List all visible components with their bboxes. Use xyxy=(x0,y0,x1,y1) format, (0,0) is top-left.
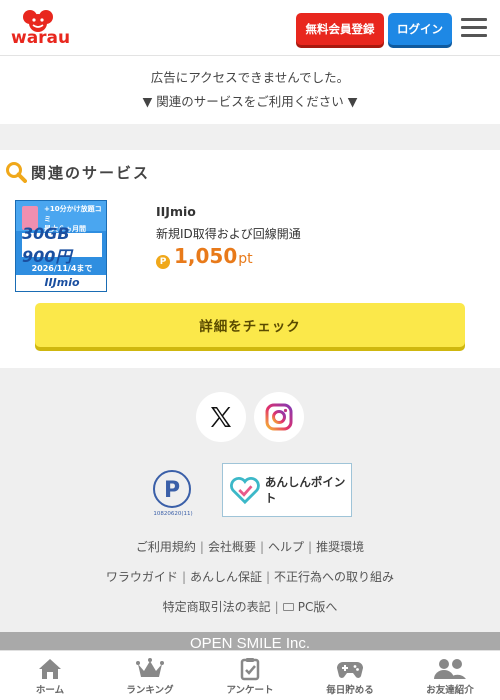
svg-text:10820620(11): 10820620(11) xyxy=(153,511,192,517)
recommended-env-link[interactable]: 推奨環境 xyxy=(316,540,364,554)
nav-ranking[interactable]: ランキング xyxy=(100,651,200,700)
x-twitter-link[interactable] xyxy=(196,392,246,442)
guarantee-link[interactable]: あんしん保証 xyxy=(190,570,262,584)
points-value: 1,050 xyxy=(174,244,238,268)
login-button[interactable]: ログイン xyxy=(388,13,452,45)
register-button[interactable]: 無料会員登録 xyxy=(296,13,384,45)
guide-link[interactable]: ワラウガイド xyxy=(106,570,178,584)
terms-link[interactable]: ご利用規約 xyxy=(136,540,196,554)
banner-brand: IIJmio xyxy=(16,275,106,291)
nav-survey[interactable]: アンケート xyxy=(200,651,300,700)
privacy-mark-icon[interactable]: P 10820620(11) xyxy=(148,467,198,517)
service-points: P 1,050 pt xyxy=(156,244,253,269)
commercial-law-link[interactable]: 特定商取引法の表記 xyxy=(163,600,271,614)
pc-version-link[interactable]: PC版へ xyxy=(298,600,338,614)
divider-band xyxy=(0,124,500,150)
nav-daily-label: 毎日貯める xyxy=(326,685,374,696)
service-name[interactable]: IIJmio xyxy=(156,204,196,219)
anshin-point-badge[interactable]: あんしんポイント xyxy=(222,463,352,517)
footer: P 10820620(11) あんしんポイント ご利用規約 | 会社概要 | ヘルプ | 推… xyxy=(0,368,500,632)
point-coin-icon: P xyxy=(156,255,170,269)
header: warau 無料会員登録 ログイン xyxy=(0,0,500,56)
footer-links-row3: 特定商取引法の表記 | PC版へ xyxy=(162,600,338,614)
instagram-link[interactable] xyxy=(254,392,304,442)
related-services-title: 関連のサービス xyxy=(31,163,151,182)
company-link[interactable]: 会社概要 xyxy=(208,540,256,554)
footer-links-row2: ワラウガイド | あんしん保証 | 不正行為への取り組み xyxy=(105,570,395,584)
heart-check-icon xyxy=(230,477,260,505)
social-links xyxy=(0,392,500,442)
fraud-policy-link[interactable]: 不正行為への取り組み xyxy=(274,570,394,584)
check-details-button[interactable]: 詳細をチェック xyxy=(35,303,465,347)
nav-ranking-label: ランキング xyxy=(126,685,174,696)
anshin-label: あんしんポイント xyxy=(264,475,346,505)
ad-notice: 広告にアクセスできませんでした。 ▼ 関連のサービスをご利用ください ▼ xyxy=(0,66,500,114)
monitor-icon xyxy=(282,602,294,611)
instagram-icon xyxy=(265,403,293,431)
related-services-heading: 関連のサービス xyxy=(5,161,150,183)
ad-notice-message: 広告にアクセスできませんでした。 xyxy=(150,70,350,85)
banner-headline: 30GB 900円 xyxy=(22,224,102,266)
search-icon xyxy=(6,162,27,183)
logo-text: warau xyxy=(11,28,71,48)
nav-daily[interactable]: 毎日貯める xyxy=(300,651,400,700)
help-link[interactable]: ヘルプ xyxy=(268,540,304,554)
footer-links-row1: ご利用規約 | 会社概要 | ヘルプ | 推奨環境 xyxy=(135,540,365,554)
banner-date: 2026/11/4まで xyxy=(31,264,93,273)
bottom-nav: ホーム ランキング アンケート 毎日貯める お友達紹介 xyxy=(0,650,500,700)
service-banner-image[interactable]: +10分かけ放題コミ 最大６ヵ月間 30GB 900円 2026/11/4まで … xyxy=(15,200,107,292)
svg-text:P: P xyxy=(164,478,180,503)
friends-icon xyxy=(434,659,466,679)
nav-survey-label: アンケート xyxy=(226,685,274,696)
survey-icon xyxy=(240,658,260,681)
ad-notice-guide: ▼ 関連のサービスをご利用ください ▼ xyxy=(142,94,358,109)
service-description: 新規ID取得および回線開通 xyxy=(156,227,301,241)
home-icon xyxy=(39,659,61,679)
nav-invite[interactable]: お友達紹介 xyxy=(400,651,500,700)
gamepad-icon xyxy=(337,662,363,678)
menu-icon[interactable] xyxy=(461,18,487,38)
nav-home-label: ホーム xyxy=(35,685,65,696)
x-logo-icon xyxy=(211,407,231,427)
points-unit: pt xyxy=(238,251,253,267)
warau-logo[interactable]: warau xyxy=(10,8,70,48)
crown-icon xyxy=(136,658,164,677)
nav-invite-label: お友達紹介 xyxy=(426,685,474,696)
nav-home[interactable]: ホーム xyxy=(0,651,100,700)
